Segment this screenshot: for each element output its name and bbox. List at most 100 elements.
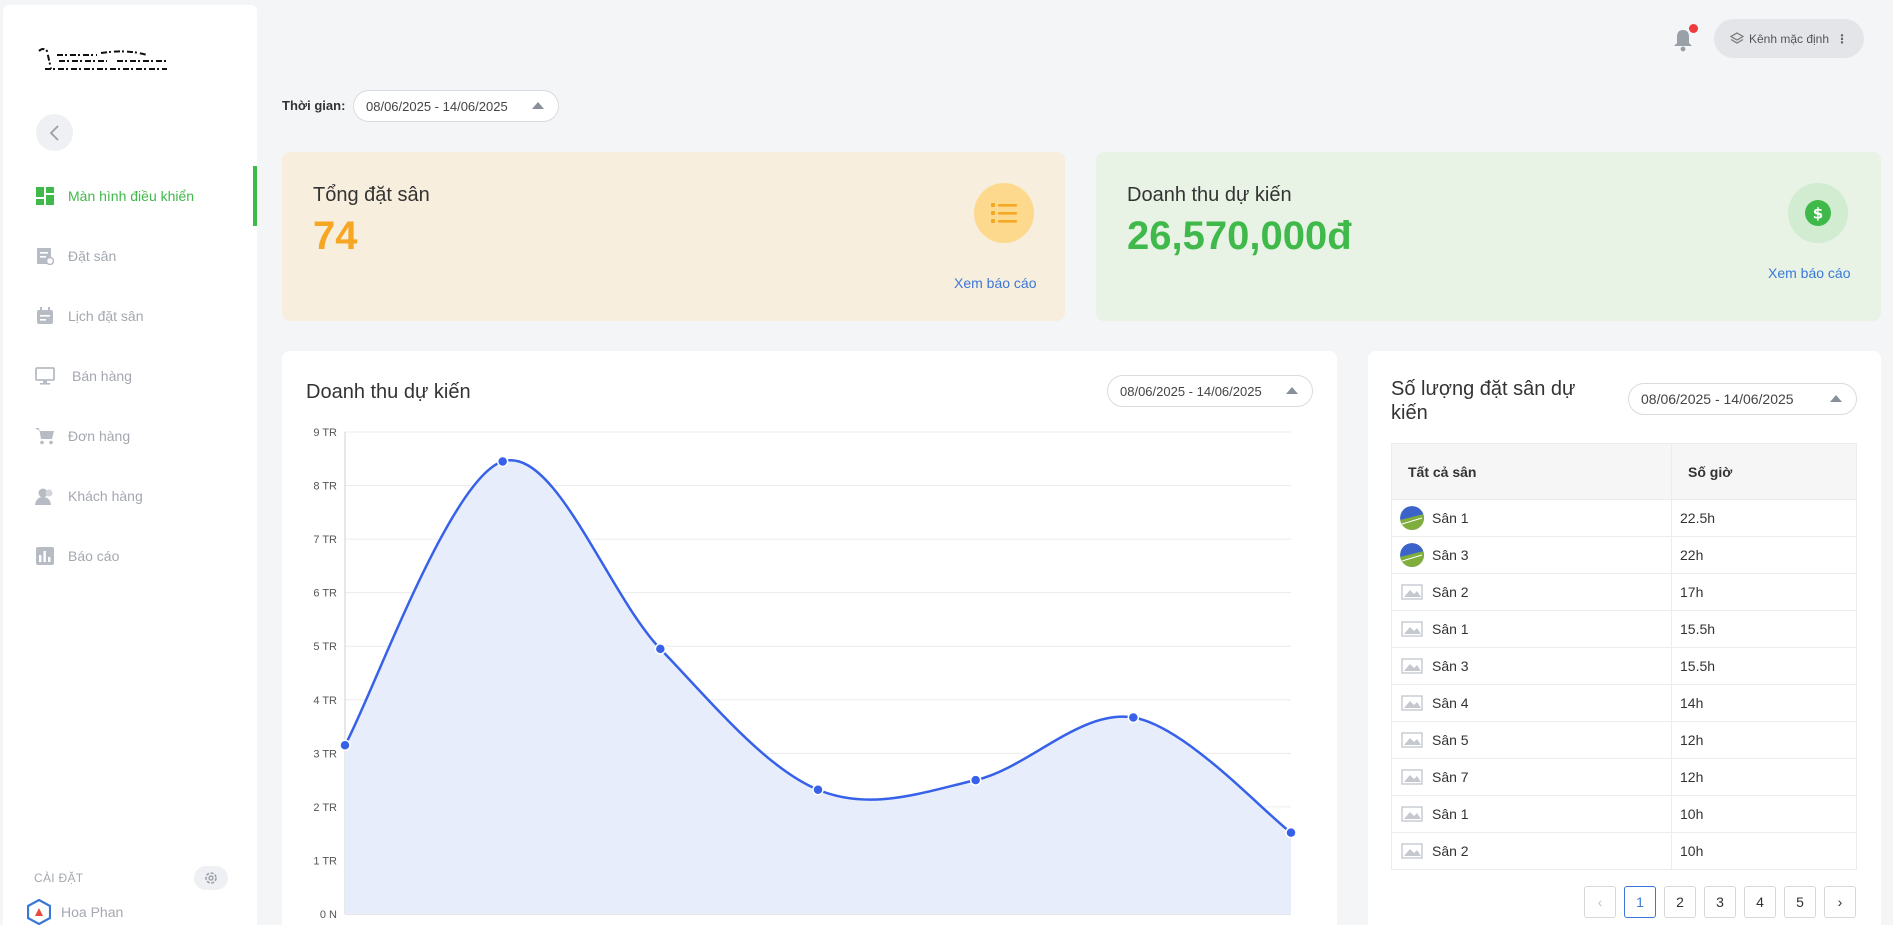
- sidebar-item-dashboard[interactable]: Màn hình điều khiển: [3, 166, 257, 226]
- court-name: Sân 2: [1432, 843, 1469, 859]
- court-photo-icon: [1400, 506, 1424, 530]
- sidebar-item-label: Lịch đặt sân: [68, 308, 144, 324]
- court-name: Sân 5: [1432, 732, 1469, 748]
- image-placeholder-icon: [1400, 694, 1424, 712]
- time-filter-date-picker[interactable]: 08/06/2025 - 14/06/2025: [353, 90, 559, 122]
- page-button[interactable]: 1: [1624, 886, 1656, 918]
- y-tick-label: 1 TR: [313, 855, 337, 867]
- court-hours: 15.5h: [1671, 647, 1857, 685]
- court-cell: Sân 2: [1391, 832, 1672, 870]
- y-tick-label: 3 TR: [313, 748, 337, 760]
- y-tick-label: 6 TR: [313, 588, 337, 600]
- dollar-icon: $: [1788, 183, 1848, 243]
- sidebar-item-schedule[interactable]: Lịch đặt sân: [3, 286, 257, 346]
- expected-revenue-card: Doanh thu dự kiến 26,570,000đ $ Xem báo …: [1096, 152, 1881, 321]
- table-row[interactable]: Sân 5 12h: [1391, 721, 1857, 759]
- table-row[interactable]: Sân 1 10h: [1391, 795, 1857, 833]
- view-report-link[interactable]: Xem báo cáo: [1768, 265, 1851, 281]
- settings-button[interactable]: [194, 866, 228, 890]
- table-row[interactable]: Sân 7 12h: [1391, 758, 1857, 796]
- court-hours: 10h: [1671, 795, 1857, 833]
- sidebar-item-reports[interactable]: Báo cáo: [3, 526, 257, 586]
- court-name: Sân 1: [1432, 806, 1469, 822]
- table-header-row: Tất cả sân Số giờ: [1391, 443, 1857, 500]
- court-bookings-panel: Số lượng đặt sân dự kiến 08/06/2025 - 14…: [1368, 351, 1881, 925]
- user-avatar-icon: [27, 899, 51, 925]
- user-profile[interactable]: Hoa Phan: [27, 899, 123, 925]
- table-row[interactable]: Sân 4 14h: [1391, 684, 1857, 722]
- column-header-court[interactable]: Tất cả sân: [1391, 443, 1672, 500]
- image-placeholder-icon: [1400, 805, 1424, 823]
- page-button[interactable]: 4: [1744, 886, 1776, 918]
- court-cell: Sân 5: [1391, 721, 1672, 759]
- data-point: [654, 643, 667, 655]
- table-row[interactable]: Sân 2 17h: [1391, 573, 1857, 611]
- sidebar-item-customers[interactable]: Khách hàng: [3, 466, 257, 526]
- courts-date-picker[interactable]: 08/06/2025 - 14/06/2025: [1628, 383, 1857, 415]
- court-hours: 22h: [1671, 536, 1857, 574]
- court-cell: Sân 2: [1391, 573, 1672, 611]
- series-area: [345, 460, 1291, 914]
- data-point: [812, 784, 824, 796]
- table-row[interactable]: Sân 3 15.5h: [1391, 647, 1857, 685]
- image-placeholder-icon: [1400, 842, 1424, 860]
- y-tick-label: 4 TR: [313, 695, 337, 707]
- channel-selector[interactable]: Kênh mặc định ⋮: [1714, 19, 1864, 58]
- data-point: [969, 774, 982, 786]
- court-cell: Sân 3: [1391, 647, 1672, 685]
- court-hours: 22.5h: [1671, 499, 1857, 537]
- monitor-icon: [35, 366, 55, 386]
- settings-label: CÀI ĐẶT: [34, 871, 84, 885]
- page-button[interactable]: 3: [1704, 886, 1736, 918]
- list-icon: [974, 183, 1034, 243]
- report-icon: [35, 546, 55, 566]
- collapse-sidebar-button[interactable]: [36, 114, 73, 151]
- court-cell: Sân 1: [1391, 795, 1672, 833]
- table-row[interactable]: Sân 3 22h: [1391, 536, 1857, 574]
- data-point: [339, 739, 351, 752]
- date-range-text: 08/06/2025 - 14/06/2025: [1641, 391, 1794, 407]
- dashboard-icon: [35, 186, 55, 206]
- court-cell: Sân 1: [1391, 499, 1672, 537]
- page-button[interactable]: 2: [1664, 886, 1696, 918]
- sidebar-item-sales[interactable]: Bán hàng: [3, 346, 257, 406]
- court-hours: 10h: [1671, 832, 1857, 870]
- logo[interactable]: [37, 47, 173, 75]
- svg-text:$: $: [1813, 205, 1823, 223]
- court-name: Sân 3: [1432, 658, 1469, 674]
- sidebar-item-label: Bán hàng: [72, 368, 132, 384]
- sidebar-item-booking[interactable]: Đặt sân: [3, 226, 257, 286]
- customers-icon: [35, 486, 55, 506]
- table-row[interactable]: Sân 2 10h: [1391, 832, 1857, 870]
- sidebar-item-label: Báo cáo: [68, 548, 120, 564]
- court-hours: 12h: [1671, 721, 1857, 759]
- caret-up-icon: [532, 102, 544, 109]
- court-photo-icon: [1400, 543, 1424, 567]
- prev-page-button[interactable]: ‹: [1584, 886, 1616, 918]
- court-cell: Sân 3: [1391, 536, 1672, 574]
- sidebar: Màn hình điều khiển Đặt sân Lịch đặt sân…: [3, 5, 257, 925]
- court-cell: Sân 7: [1391, 758, 1672, 796]
- courts-table-body: Sân 1 22.5h Sân 3 22h Sân 2 17h Sân 1 15.5h Sân …: [1391, 499, 1857, 870]
- pagination: ‹ 1 2 3 4 5 ›: [1584, 886, 1856, 918]
- column-header-hours[interactable]: Số giờ: [1671, 443, 1857, 500]
- image-placeholder-icon: [1400, 657, 1424, 675]
- calendar-icon: [35, 306, 55, 326]
- image-placeholder-icon: [1400, 731, 1424, 749]
- date-range-text: 08/06/2025 - 14/06/2025: [366, 98, 508, 114]
- revenue-chart-panel: Doanh thu dự kiến 08/06/2025 - 14/06/202…: [282, 351, 1337, 925]
- court-hours: 15.5h: [1671, 610, 1857, 648]
- courts-table: Tất cả sân Số giờ Sân 1 22.5h Sân 3 22h Sân …: [1391, 443, 1857, 870]
- more-vertical-icon: ⋮: [1836, 31, 1849, 46]
- image-placeholder-icon: [1400, 620, 1424, 638]
- sidebar-item-orders[interactable]: Đơn hàng: [3, 406, 257, 466]
- table-row[interactable]: Sân 1 22.5h: [1391, 499, 1857, 537]
- table-row[interactable]: Sân 1 15.5h: [1391, 610, 1857, 648]
- court-name: Sân 4: [1432, 695, 1469, 711]
- view-report-link[interactable]: Xem báo cáo: [954, 275, 1037, 291]
- card-title: Doanh thu dự kiến: [1127, 184, 1292, 206]
- chevron-left-icon: [49, 124, 59, 141]
- gear-icon: [205, 872, 217, 884]
- page-button[interactable]: 5: [1784, 886, 1816, 918]
- next-page-button[interactable]: ›: [1824, 886, 1856, 918]
